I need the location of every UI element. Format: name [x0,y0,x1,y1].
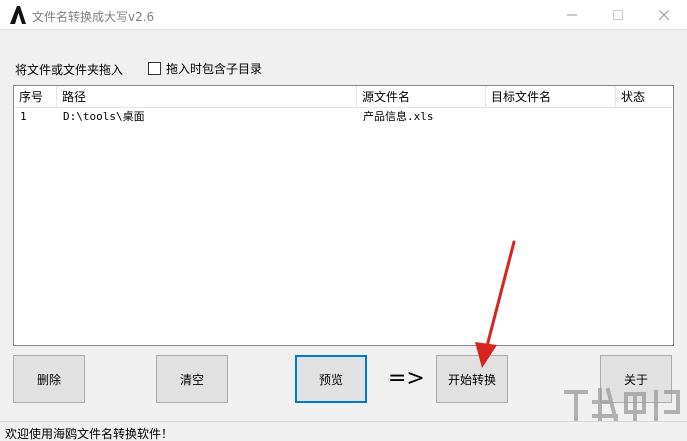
annotation-arrow-icon [475,240,516,368]
column-header-target[interactable]: 目标文件名 [486,86,616,108]
row-path: D:\tools\桌面 [63,110,145,123]
maximize-button[interactable] [595,0,641,30]
flow-arrow-text: => [388,366,425,391]
close-icon [659,10,669,20]
clear-button[interactable]: 清空 [156,355,228,403]
file-list-header: 序号 路径 源文件名 目标文件名 状态 [14,86,673,108]
drop-hint-label: 将文件或文件夹拖入 [15,63,124,77]
column-header-path[interactable]: 路径 [57,86,357,108]
row-target-name [486,108,492,126]
maximize-icon [613,10,623,20]
minimize-button[interactable] [549,0,595,30]
row-source-name: 产品信息.xls [363,110,434,123]
preview-button[interactable]: 预览 [295,355,367,403]
row-status [616,108,622,126]
app-logo-icon [10,6,26,24]
file-list[interactable]: 序号 路径 源文件名 目标文件名 状态 1 D:\tools\桌面 产品信息.x… [13,85,674,346]
title-bar[interactable]: 文件名转换成大写v2.6 [0,0,687,30]
delete-button[interactable]: 删除 [13,355,85,403]
include-subdir-label: 拖入时包含子目录 [166,61,263,76]
minimize-icon [567,14,577,16]
row-index: 1 [20,110,27,123]
include-subdir-checkbox[interactable]: 拖入时包含子目录 [148,61,263,76]
column-header-index[interactable]: 序号 [14,86,57,108]
window-title: 文件名转换成大写v2.6 [32,10,155,24]
column-header-status[interactable]: 状态 [616,86,673,108]
status-text: 欢迎使用海鸥文件名转换软件！ [5,427,174,441]
checkbox-box[interactable] [148,61,161,75]
column-header-source[interactable]: 源文件名 [357,86,486,108]
close-button[interactable] [641,0,687,30]
table-row[interactable]: 1 D:\tools\桌面 产品信息.xls [14,108,673,126]
status-bar: 欢迎使用海鸥文件名转换软件！ [0,421,687,441]
